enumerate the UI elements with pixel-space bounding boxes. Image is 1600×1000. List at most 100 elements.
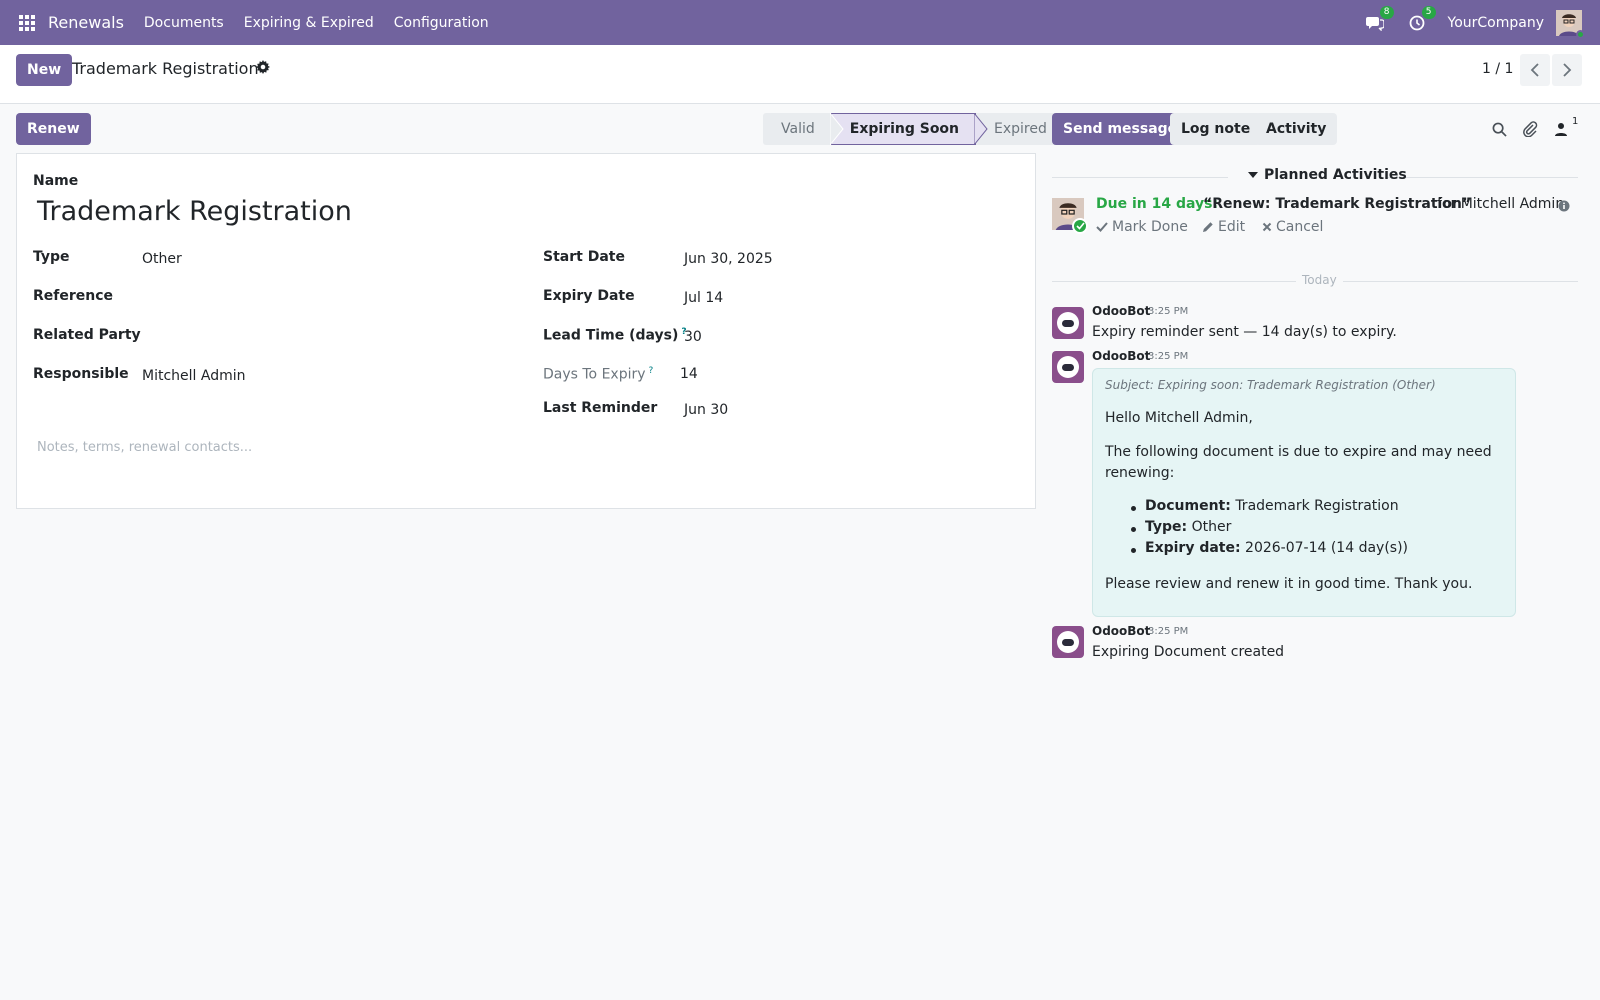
message-body: Expiry reminder sent — 14 day(s) to expi… (1092, 324, 1397, 340)
email-closing: Please review and renew it in good time.… (1105, 576, 1473, 592)
planned-activities-title: Planned Activities (1264, 167, 1407, 183)
name-label: Name (33, 173, 79, 189)
control-panel: New Trademark Registration 1 / 1 (0, 45, 1600, 104)
chevron-left-icon (1530, 63, 1539, 77)
user-avatar[interactable] (1556, 9, 1585, 39)
expiry-date-label: Expiry Date (543, 288, 635, 304)
send-message-button[interactable]: Send message (1052, 113, 1189, 145)
help-tooltip-icon[interactable]: ? (649, 366, 654, 376)
message-author[interactable]: OdooBot (1092, 304, 1150, 318)
reference-field[interactable] (142, 288, 502, 308)
email-intro-line-1: The following document is due to expire … (1105, 444, 1492, 460)
planned-activities-toggle[interactable]: Planned Activities (1248, 167, 1407, 183)
pager-previous-button[interactable] (1520, 54, 1550, 86)
robot-icon (1057, 312, 1079, 334)
robot-icon (1057, 631, 1079, 653)
lead-time-field[interactable]: 30 (684, 329, 702, 345)
stage-label: Expired (994, 121, 1047, 137)
type-field[interactable]: Other (142, 251, 182, 267)
item-label: Expiry date: (1145, 540, 1241, 556)
activity-button[interactable]: Activity (1255, 113, 1338, 145)
date-separator: Today (1296, 273, 1343, 287)
responsible-field[interactable]: Mitchell Admin (142, 368, 246, 384)
status-bar: Valid Expiring Soon Expired (763, 113, 1063, 145)
app-name[interactable]: Renewals (48, 13, 124, 32)
name-field[interactable]: Trademark Registration (37, 196, 352, 227)
email-list-item: Expiry date: 2026-07-14 (14 day(s)) (1145, 540, 1408, 556)
email-message-bubble: Subject: Expiring soon: Trademark Regist… (1092, 368, 1516, 617)
start-date-field[interactable]: Jun 30, 2025 (684, 251, 773, 267)
menu-documents[interactable]: Documents (144, 15, 224, 31)
user-icon (1555, 123, 1567, 136)
email-list-item: Type: Other (1145, 519, 1231, 535)
item-value: Other (1191, 519, 1232, 535)
renew-button[interactable]: Renew (16, 113, 91, 145)
pager-value[interactable]: 1 / 1 (1482, 61, 1513, 77)
pencil-icon (1203, 222, 1213, 232)
activity-due-label: Due in 14 days: (1096, 196, 1219, 212)
breadcrumb-record-title: Trademark Registration (72, 59, 259, 78)
last-reminder-field[interactable]: Jun 30 (684, 402, 728, 418)
cancel-activity-link[interactable]: Cancel (1262, 219, 1323, 235)
email-subject: Subject: Expiring soon: Trademark Regist… (1105, 378, 1436, 392)
messages-count-badge: 8 (1379, 5, 1394, 19)
menu-configuration[interactable]: Configuration (394, 15, 489, 31)
close-icon (1262, 222, 1272, 232)
message-time: 3:25 PM (1148, 306, 1189, 317)
message-body: Expiring Document created (1092, 644, 1285, 660)
info-circle-icon[interactable] (1558, 200, 1570, 212)
item-value: Trademark Registration (1235, 498, 1399, 514)
mark-done-label: Mark Done (1112, 219, 1188, 235)
start-date-label: Start Date (543, 249, 625, 265)
odoobot-avatar[interactable] (1052, 307, 1084, 339)
stage-valid[interactable]: Valid (763, 113, 844, 145)
stage-expired[interactable]: Expired (976, 113, 1063, 145)
app-grid-icon[interactable] (18, 14, 36, 32)
item-label: Type: (1145, 519, 1188, 535)
message-author[interactable]: OdooBot (1092, 349, 1150, 363)
expiry-date-field[interactable]: Jul 14 (684, 290, 723, 306)
days-to-expiry-label-text: Days To Expiry (543, 366, 646, 383)
related-party-label: Related Party (33, 327, 141, 343)
gear-icon[interactable] (256, 60, 270, 74)
edit-activity-link[interactable]: Edit (1202, 219, 1245, 235)
stage-label: Valid (781, 121, 815, 137)
lead-time-label-text: Lead Time (days) (543, 327, 679, 344)
menu-expiring-expired[interactable]: Expiring & Expired (244, 15, 374, 31)
stage-chevron (974, 113, 988, 145)
clock-icon (1409, 15, 1424, 30)
messaging-menu[interactable]: 8 (1364, 5, 1394, 34)
followers-button[interactable] (1552, 120, 1570, 138)
last-reminder-label: Last Reminder (543, 400, 658, 416)
stage-expiring-soon[interactable]: Expiring Soon (830, 113, 988, 145)
divider (1385, 177, 1578, 178)
type-label: Type (33, 249, 70, 265)
search-icon[interactable] (1490, 120, 1508, 138)
new-button[interactable]: New (16, 54, 73, 86)
message-time: 3:25 PM (1148, 626, 1189, 637)
cancel-label: Cancel (1276, 219, 1324, 235)
activities-count-badge: 5 (1421, 5, 1436, 19)
log-note-button[interactable]: Log note (1170, 113, 1262, 145)
days-to-expiry-value: 14 (680, 366, 698, 382)
mark-done-link[interactable]: Mark Done (1096, 219, 1188, 235)
check-icon (1072, 218, 1088, 234)
stage-chevron (829, 113, 844, 145)
message-time: 3:25 PM (1148, 351, 1189, 362)
odoobot-avatar[interactable] (1052, 351, 1084, 383)
pager-next-button[interactable] (1552, 54, 1582, 86)
item-label: Document: (1145, 498, 1231, 514)
email-intro-line-2: renewing: (1105, 465, 1175, 481)
days-to-expiry-label: Days To Expiry? (543, 366, 653, 383)
paperclip-icon[interactable] (1521, 120, 1539, 138)
notes-field[interactable]: Notes, terms, renewal contacts... (37, 440, 252, 455)
bullet (1131, 548, 1136, 553)
odoobot-avatar[interactable] (1052, 626, 1084, 658)
online-status-dot (1576, 29, 1585, 39)
activity-menu[interactable]: 5 (1406, 5, 1436, 34)
edit-label: Edit (1218, 219, 1246, 235)
company-switcher[interactable]: YourCompany (1448, 15, 1545, 31)
related-party-field[interactable] (142, 327, 502, 347)
responsible-label: Responsible (33, 366, 129, 382)
message-author[interactable]: OdooBot (1092, 624, 1150, 638)
